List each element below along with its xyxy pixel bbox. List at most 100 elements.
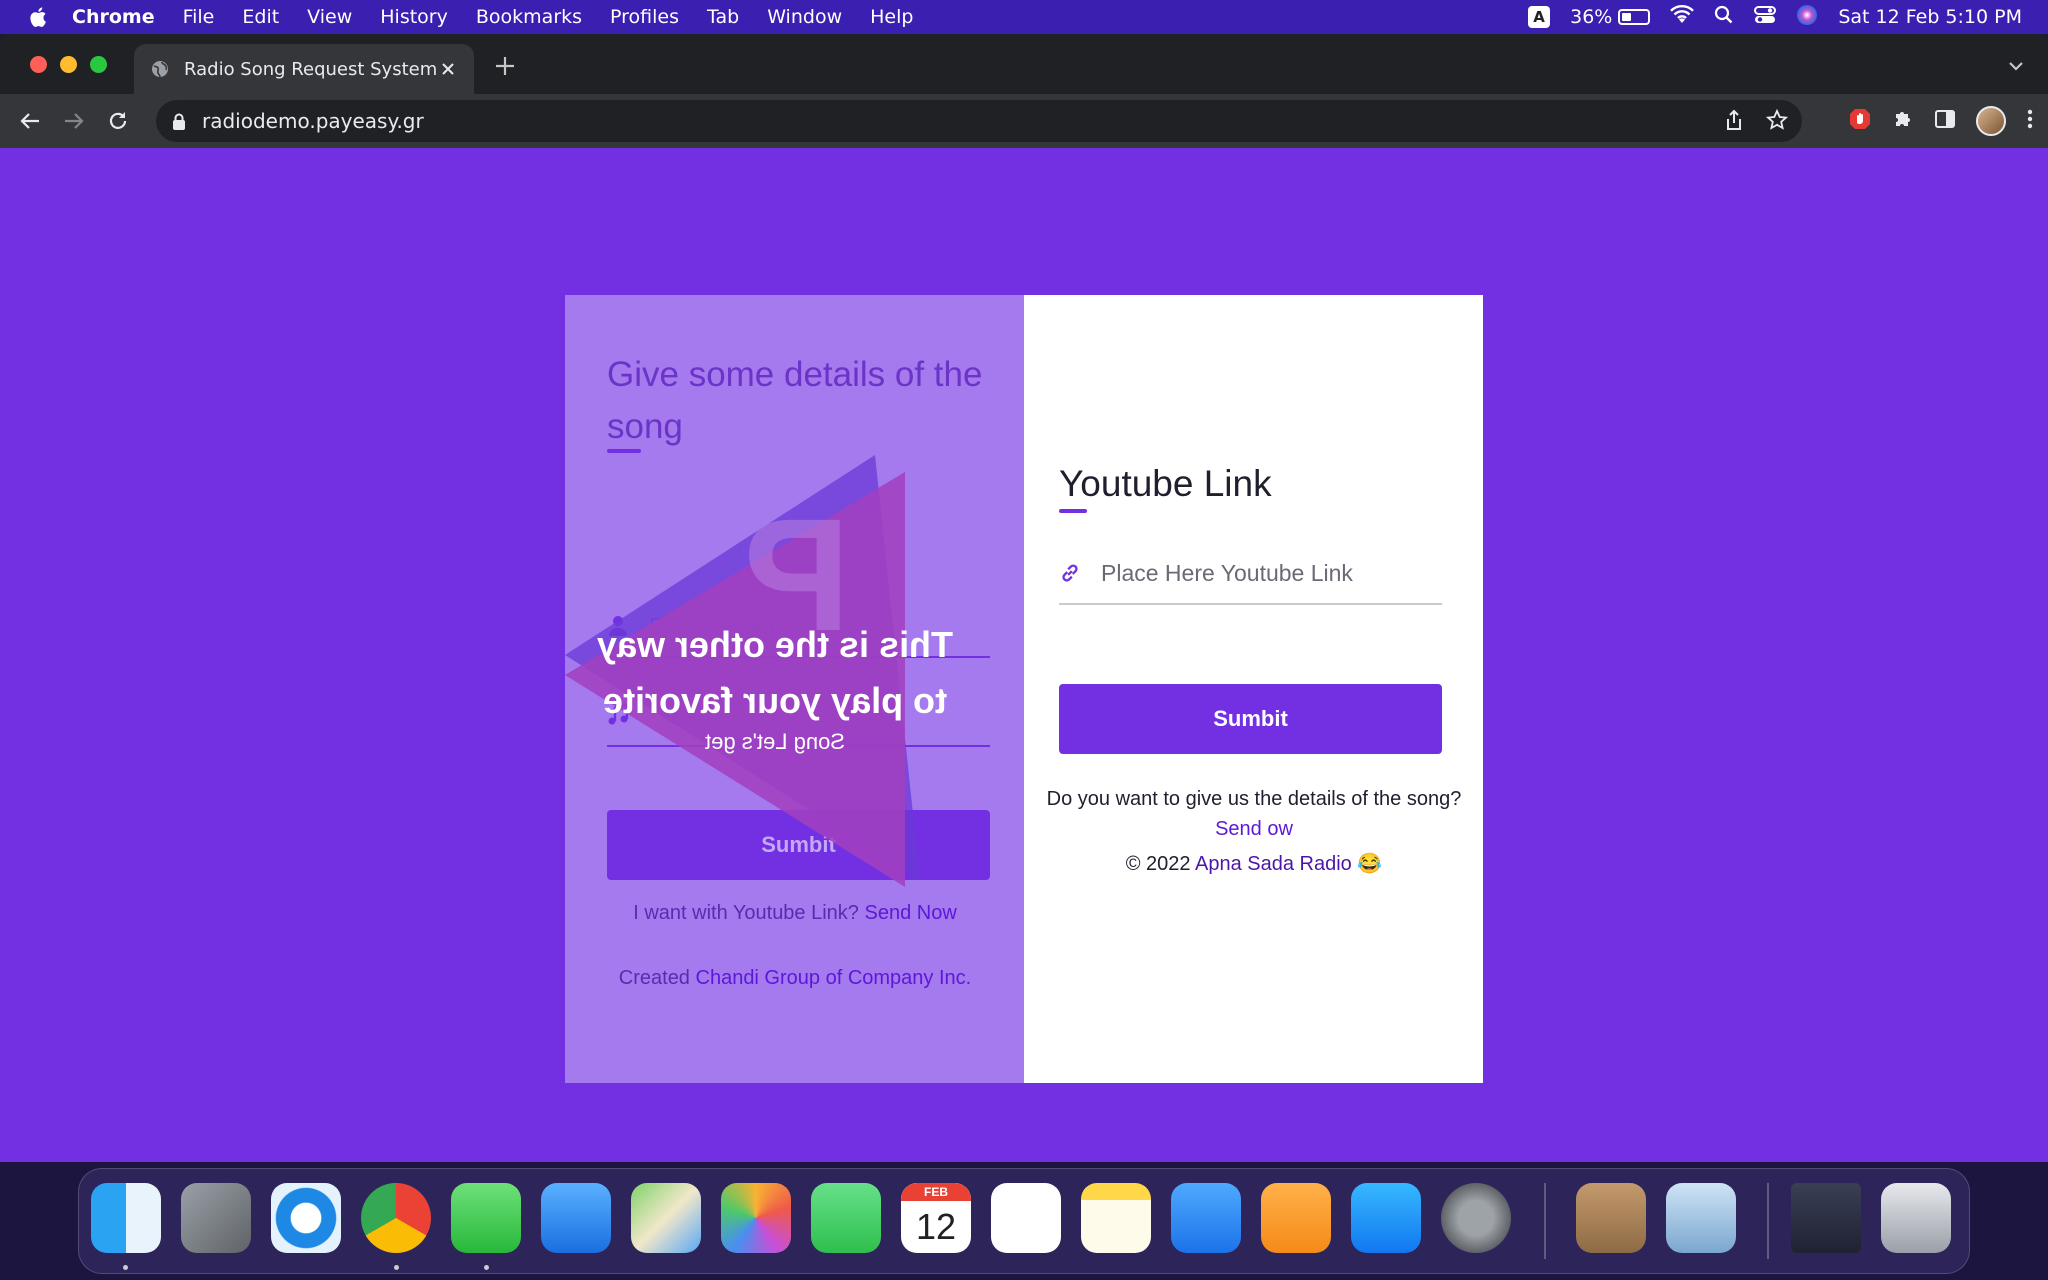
reminders-icon[interactable]: [991, 1183, 1061, 1253]
messages-icon[interactable]: [451, 1183, 521, 1253]
menubar-status-area: A 36% Sat 12 Feb 5:10 PM: [1528, 0, 2022, 34]
chrome-running-dot: [394, 1265, 399, 1270]
link-icon: [1059, 562, 1081, 584]
chrome-menu-kebab-icon[interactable]: [2026, 108, 2034, 134]
minimize-window-button[interactable]: [60, 56, 77, 73]
menu-profiles[interactable]: Profiles: [610, 6, 679, 28]
notes-icon[interactable]: [1081, 1183, 1151, 1253]
menu-edit[interactable]: Edit: [242, 6, 279, 28]
tab-search-chevron-icon[interactable]: [2006, 56, 2028, 78]
side-panel-icon[interactable]: [1934, 109, 1956, 133]
song-details-panel: Give some details of the song Sumbit: [565, 295, 1024, 1083]
macos-dock: FEB 12: [78, 1168, 1970, 1274]
created-prefix: Created: [618, 967, 690, 989]
request-card: Give some details of the song Sumbit: [565, 295, 1483, 1083]
trash-icon[interactable]: [1881, 1183, 1951, 1253]
finder-running-dot: [123, 1265, 128, 1270]
bookmark-star-icon[interactable]: [1765, 108, 1789, 136]
extensions-puzzle-icon[interactable]: [1892, 108, 1914, 134]
menu-window[interactable]: Window: [767, 6, 842, 28]
menu-bookmarks[interactable]: Bookmarks: [476, 6, 582, 28]
menu-tab[interactable]: Tab: [707, 6, 739, 28]
mail-icon[interactable]: [541, 1183, 611, 1253]
tab-radio-song-request[interactable]: Radio Song Request System: [134, 44, 474, 94]
laughing-emoji-icon: 😂: [1357, 853, 1383, 875]
calendar-day: 12: [915, 1206, 957, 1247]
system-preferences-icon[interactable]: [1441, 1183, 1511, 1253]
screenshot-thumb-icon[interactable]: [1791, 1183, 1861, 1253]
calendar-icon[interactable]: FEB 12: [901, 1183, 971, 1253]
adblock-extension-icon[interactable]: [1848, 107, 1872, 135]
input-source-icon[interactable]: A: [1528, 6, 1551, 28]
youtube-link-input[interactable]: [1101, 559, 1421, 587]
forward-arrow-icon[interactable]: [60, 107, 88, 135]
brand-link[interactable]: Apna Sada Radio: [1195, 853, 1352, 875]
keynote-icon[interactable]: [1171, 1183, 1241, 1253]
zoom-window-button[interactable]: [90, 56, 107, 73]
youtube-link-heading: Youtube Link: [1059, 463, 1272, 504]
browser-toolbar: radiodemo.payeasy.gr: [0, 94, 2048, 148]
battery-status[interactable]: 36%: [1570, 6, 1651, 28]
battery-icon: [1618, 9, 1651, 25]
pages-icon[interactable]: [1261, 1183, 1331, 1253]
new-tab-button[interactable]: [490, 54, 520, 84]
siri-icon[interactable]: [1796, 4, 1818, 31]
battery-percent: 36%: [1570, 6, 1613, 28]
spotlight-search-icon[interactable]: [1714, 5, 1734, 30]
close-window-button[interactable]: [30, 56, 47, 73]
promo-subtitle: Song Let's get: [705, 729, 845, 754]
menu-help[interactable]: Help: [870, 6, 913, 28]
control-center-icon[interactable]: [1754, 5, 1777, 30]
profile-avatar[interactable]: [1976, 106, 2006, 136]
menu-history[interactable]: History: [380, 6, 448, 28]
browser-window: Radio Song Request System radiodemo.paye…: [0, 34, 2048, 1162]
heading-underline: [607, 449, 641, 453]
messages-running-dot: [484, 1265, 489, 1270]
menu-view[interactable]: View: [307, 6, 352, 28]
song-submit-button[interactable]: Sumbit: [607, 810, 990, 880]
page-viewport: Give some details of the song Sumbit: [0, 148, 2048, 1162]
address-bar[interactable]: radiodemo.payeasy.gr: [156, 100, 1802, 142]
dock-separator: [1544, 1183, 1546, 1259]
preview-icon[interactable]: [1666, 1183, 1736, 1253]
omnibox-actions: [1724, 108, 1789, 136]
battery-fill: [1622, 13, 1631, 21]
photos-icon[interactable]: [721, 1183, 791, 1253]
details-prompt: Do you want to give us the details of th…: [1046, 788, 1462, 810]
copyright-text: © 2022: [1125, 853, 1191, 875]
apple-menu-icon[interactable]: [28, 6, 50, 28]
send-ow-link[interactable]: Send ow: [1215, 818, 1293, 840]
close-tab-icon[interactable]: [438, 59, 458, 79]
finder-icon[interactable]: [91, 1183, 161, 1253]
contacts-icon[interactable]: [1576, 1183, 1646, 1253]
youtube-switch-prompt: I want with Youtube Link?: [633, 902, 859, 924]
created-by-text: Created Chandi Group of Company Inc.: [585, 963, 1005, 993]
lock-icon[interactable]: [172, 112, 188, 130]
chrome-icon[interactable]: [361, 1183, 431, 1253]
copyright-line: © 2022 Apna Sada Radio 😂: [1044, 849, 1464, 879]
reload-icon[interactable]: [104, 107, 132, 135]
song-details-switch-text: Do you want to give us the details of th…: [1044, 784, 1464, 844]
youtube-link-field[interactable]: [1059, 543, 1442, 605]
company-link[interactable]: Chandi Group of Company Inc.: [696, 967, 972, 989]
send-now-link[interactable]: Send Now: [865, 902, 957, 924]
safari-icon[interactable]: [271, 1183, 341, 1253]
youtube-submit-button[interactable]: Sumbit: [1059, 684, 1442, 754]
app-store-icon[interactable]: [1351, 1183, 1421, 1253]
facetime-icon[interactable]: [811, 1183, 881, 1253]
share-icon[interactable]: [1724, 109, 1744, 136]
globe-icon: [150, 59, 170, 79]
menu-app-name[interactable]: Chrome: [72, 6, 155, 28]
promo-title: This is the other way to play your favor…: [596, 624, 954, 721]
menubar-clock[interactable]: Sat 12 Feb 5:10 PM: [1838, 6, 2022, 28]
url-text: radiodemo.payeasy.gr: [202, 109, 424, 133]
maps-icon[interactable]: [631, 1183, 701, 1253]
wifi-icon[interactable]: [1670, 4, 1695, 30]
mirrored-promo-text: This is the other way to play your favor…: [585, 617, 965, 755]
youtube-heading-underline: [1059, 509, 1087, 513]
tab-strip: Radio Song Request System: [0, 34, 2048, 94]
launchpad-icon[interactable]: [181, 1183, 251, 1253]
back-arrow-icon[interactable]: [16, 107, 44, 135]
menu-file[interactable]: File: [183, 6, 215, 28]
youtube-switch-text: I want with Youtube Link? Send Now: [585, 898, 1005, 928]
